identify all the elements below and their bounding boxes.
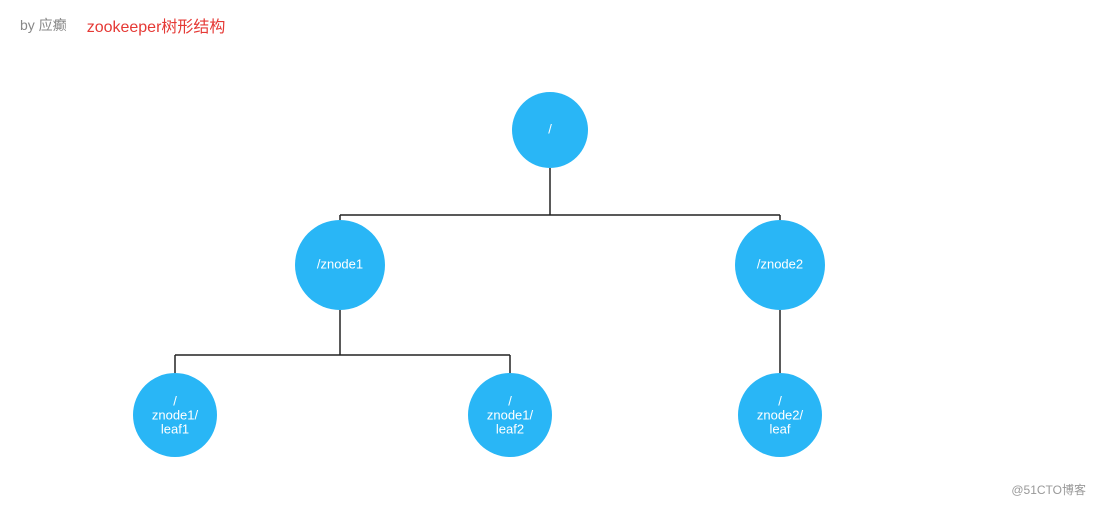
node-leaf1-line3: leaf1 xyxy=(161,421,189,436)
node-leaf1-line2: znode1/ xyxy=(152,407,199,422)
tree-diagram: / /znode1 /znode2 / znode1/ leaf1 / znod… xyxy=(0,0,1101,508)
node-leaf3-line3: leaf xyxy=(770,421,791,436)
watermark-label: @51CTO博客 xyxy=(1011,481,1086,498)
node-root-label: / xyxy=(548,121,552,136)
node-leaf3-line2: znode2/ xyxy=(757,407,804,422)
node-leaf2-line1: / xyxy=(508,393,512,408)
node-leaf3-line1: / xyxy=(778,393,782,408)
node-leaf2-line3: leaf2 xyxy=(496,421,524,436)
node-znode1-label: /znode1 xyxy=(317,256,363,271)
node-leaf2-line2: znode1/ xyxy=(487,407,534,422)
node-znode2-label: /znode2 xyxy=(757,256,803,271)
node-leaf1-line1: / xyxy=(173,393,177,408)
